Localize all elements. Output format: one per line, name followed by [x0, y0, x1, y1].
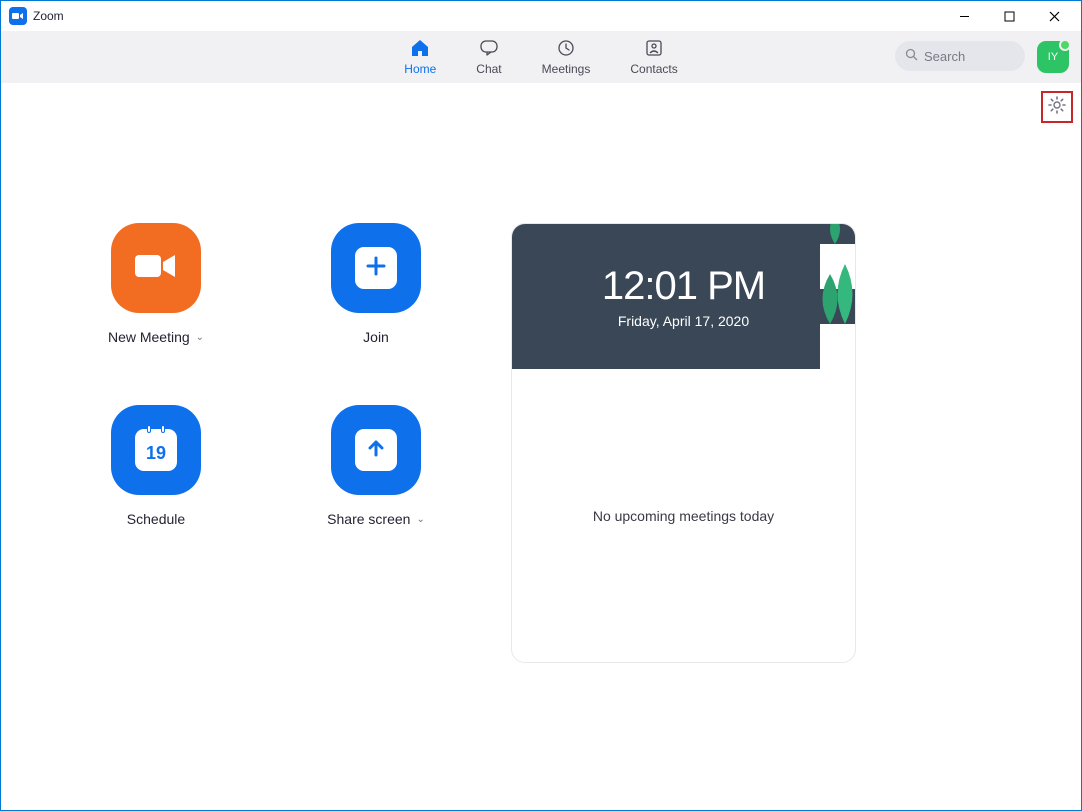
schedule-day: 19: [146, 443, 166, 464]
schedule-button[interactable]: 19 Schedule: [81, 405, 231, 527]
video-icon: [133, 251, 179, 286]
home-icon: [410, 39, 430, 60]
calendar-hero: 12:01 PM Friday, April 17, 2020: [512, 224, 855, 369]
schedule-label: Schedule: [127, 511, 185, 527]
contacts-icon: [644, 39, 664, 60]
gear-icon: [1048, 96, 1066, 119]
plant-decoration-icon: [775, 224, 855, 369]
content-area: New Meeting ⌄ Join: [1, 83, 1081, 810]
close-button[interactable]: [1032, 2, 1077, 30]
calendar-icon: [135, 425, 177, 433]
action-grid: New Meeting ⌄ Join: [81, 223, 451, 730]
share-screen-button[interactable]: Share screen ⌄: [301, 405, 451, 527]
tab-chat-label: Chat: [476, 62, 501, 76]
new-meeting-button[interactable]: New Meeting ⌄: [81, 223, 231, 345]
chat-icon: [479, 39, 499, 60]
window-title: Zoom: [33, 9, 64, 23]
search-input[interactable]: Search: [895, 41, 1025, 71]
plus-icon: [365, 255, 387, 282]
search-placeholder: Search: [924, 49, 965, 64]
minimize-button[interactable]: [942, 2, 987, 30]
join-button[interactable]: Join: [301, 223, 451, 345]
search-icon: [905, 48, 918, 64]
clock-time: 12:01 PM: [602, 264, 765, 309]
tab-meetings-label: Meetings: [542, 62, 591, 76]
calendar-panel: 12:01 PM Friday, April 17, 2020 No upcom…: [511, 223, 856, 663]
meetings-icon: [556, 39, 576, 60]
tab-contacts[interactable]: Contacts: [630, 39, 677, 76]
no-meetings-text: No upcoming meetings today: [593, 508, 774, 524]
tab-home-label: Home: [404, 62, 436, 76]
maximize-button[interactable]: [987, 2, 1032, 30]
clock-date: Friday, April 17, 2020: [618, 313, 749, 329]
tab-chat[interactable]: Chat: [476, 39, 501, 76]
upload-arrow-icon: [365, 437, 387, 464]
join-label: Join: [363, 329, 389, 345]
chevron-down-icon: ⌄: [196, 332, 204, 343]
new-meeting-label: New Meeting: [108, 329, 190, 345]
tab-home[interactable]: Home: [404, 39, 436, 76]
zoom-app-icon: [9, 7, 27, 25]
settings-button[interactable]: [1041, 91, 1073, 123]
avatar[interactable]: IY: [1037, 41, 1069, 73]
calendar-empty-state: No upcoming meetings today: [512, 369, 855, 662]
avatar-initials: IY: [1048, 51, 1058, 63]
share-screen-label: Share screen: [327, 511, 410, 527]
tab-meetings[interactable]: Meetings: [542, 39, 591, 76]
chevron-down-icon: ⌄: [416, 514, 424, 525]
tab-contacts-label: Contacts: [630, 62, 677, 76]
titlebar: Zoom: [1, 1, 1081, 31]
top-nav: Home Chat Meetings Contacts Search IY: [1, 31, 1081, 83]
